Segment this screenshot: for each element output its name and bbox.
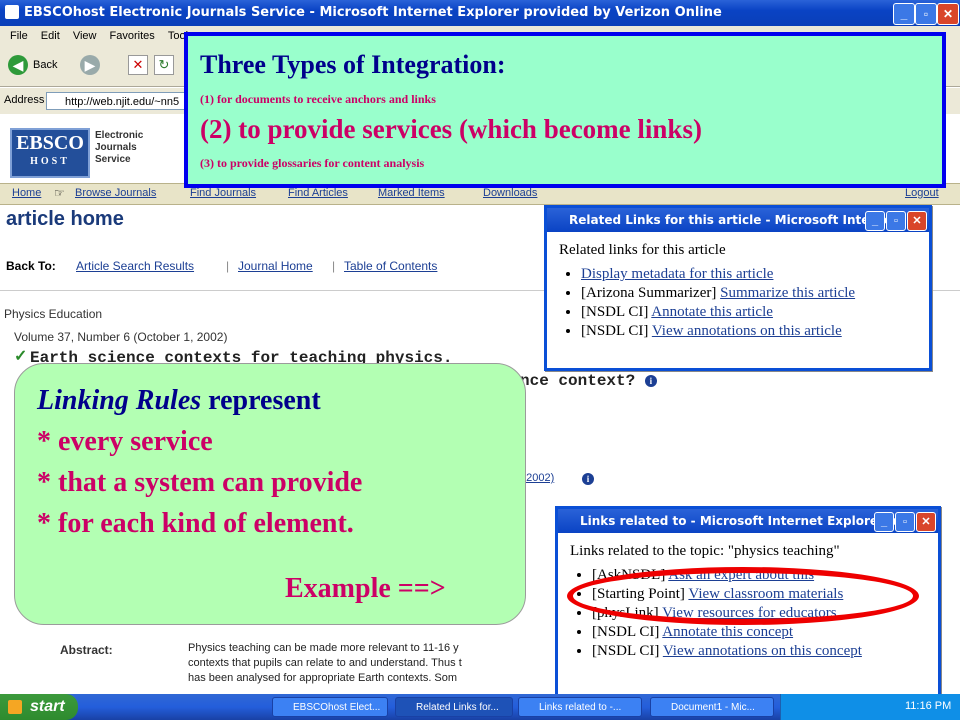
abstract-label: Abstract: <box>60 643 113 657</box>
list-item: Display metadata for this article <box>581 265 917 284</box>
close-button[interactable]: ✕ <box>907 211 927 231</box>
linking-line-2: * every service <box>37 426 213 457</box>
link-annotate-article[interactable]: Annotate this article <box>651 304 773 320</box>
related-links-popup: Related Links for this article - Microso… <box>544 205 932 371</box>
info-icon[interactable]: i <box>644 374 657 387</box>
integration-line-3: (3) to provide glossaries for content an… <box>200 156 425 170</box>
highlight-oval <box>567 567 919 625</box>
taskbar-item-links-related[interactable]: Links related to -... <box>518 697 642 717</box>
nav-browse-journals[interactable]: Browse Journals <box>75 187 156 199</box>
integration-callout: Three Types of Integration: (1) for docu… <box>184 32 946 188</box>
minimize-button[interactable]: _ <box>893 3 915 25</box>
menu-edit[interactable]: Edit <box>41 30 60 42</box>
logo-text: Electronic Journals Service <box>95 130 144 165</box>
maximize-button[interactable]: ▫ <box>915 3 937 25</box>
back-button-label[interactable]: Back <box>33 59 57 71</box>
nav-marked-items[interactable]: Marked Items <box>378 187 445 199</box>
article-title-continued: nce context? i <box>520 372 657 390</box>
list-item: [NSDL CI] View annotations on this conce… <box>592 642 926 661</box>
windows-logo-icon <box>8 700 22 714</box>
forward-arrow-icon[interactable]: ▶ <box>80 55 100 75</box>
link-view-annotations-article[interactable]: View annotations on this article <box>652 323 842 339</box>
start-button[interactable]: start <box>0 694 78 720</box>
taskbar-item-related-links[interactable]: Related Links for... <box>395 697 513 717</box>
address-input[interactable]: http://web.njit.edu/~nn5 <box>46 92 186 110</box>
example-label: Example ==> <box>285 573 446 604</box>
nav-find-journals[interactable]: Find Journals <box>190 187 256 199</box>
popup-heading: Related links for this article <box>559 242 726 258</box>
integration-line-1: (1) for documents to receive anchors and… <box>200 92 436 106</box>
list-item: [NSDL CI] View annotations on this artic… <box>581 322 917 341</box>
linking-rules-callout: Linking Rules represent * every service … <box>14 363 526 625</box>
window-titlebar: EBSCOhost Electronic Journals Service - … <box>0 0 960 26</box>
minimize-button[interactable]: _ <box>874 512 894 532</box>
linking-line-4: * for each kind of element. <box>37 508 354 539</box>
journal-name: Physics Education <box>4 307 103 321</box>
popup-body: Related links for this article Display m… <box>547 232 929 351</box>
link-view-annotations-concept[interactable]: View annotations on this concept <box>663 643 862 659</box>
info-icon[interactable]: i <box>582 473 594 485</box>
list-item: [Arizona Summarizer] Summarize this arti… <box>581 284 917 303</box>
nav-logout[interactable]: Logout <box>905 187 939 199</box>
menu-file[interactable]: File <box>10 30 28 42</box>
back-arrow-icon[interactable]: ◀ <box>8 55 28 75</box>
journal-volume: Volume 37, Number 6 (October 1, 2002) <box>14 330 228 344</box>
ie-icon <box>5 5 19 19</box>
popup-heading: Links related to the topic: "physics tea… <box>570 543 840 559</box>
link-annotate-concept[interactable]: Annotate this concept <box>662 624 793 640</box>
link-journal-home[interactable]: Journal Home <box>238 259 313 273</box>
nav-find-articles[interactable]: Find Articles <box>288 187 348 199</box>
page-title: article home <box>6 208 124 230</box>
list-item: [NSDL CI] Annotate this article <box>581 303 917 322</box>
popup-title: Links related to - Microsoft Internet Ex… <box>580 514 915 528</box>
related-links-list: Display metadata for this article [Arizo… <box>581 265 917 341</box>
nav-home[interactable]: Home <box>12 187 41 199</box>
refresh-icon[interactable]: ↻ <box>154 55 174 75</box>
linking-line-3: * that a system can provide <box>37 467 363 498</box>
minimize-button[interactable]: _ <box>865 211 885 231</box>
close-button[interactable]: ✕ <box>916 512 936 532</box>
integration-heading: Three Types of Integration: <box>200 50 506 79</box>
list-item: [NSDL CI] Annotate this concept <box>592 623 926 642</box>
separator: | <box>226 259 230 273</box>
back-to-label: Back To: <box>6 259 56 273</box>
link-article-search-results[interactable]: Article Search Results <box>76 259 194 273</box>
close-button[interactable]: ✕ <box>937 3 959 25</box>
separator: | <box>332 259 336 273</box>
logo-top: EBSCO <box>16 132 84 154</box>
logo-bottom: HOST <box>30 156 70 167</box>
menu-view[interactable]: View <box>73 30 97 42</box>
linking-heading: Linking Rules represent <box>37 385 321 416</box>
window-title: EBSCOhost Electronic Journals Service - … <box>24 5 722 20</box>
checkmark-icon: ✓ <box>14 348 28 365</box>
address-label: Address <box>4 94 45 106</box>
link-display-metadata[interactable]: Display metadata for this article <box>581 266 773 282</box>
nav-downloads[interactable]: Downloads <box>483 187 537 199</box>
ebsco-logo: EBSCO HOST <box>10 128 90 178</box>
popup-title: Related Links for this article - Microso… <box>569 213 906 227</box>
taskbar-item-ebsco[interactable]: EBSCOhost Elect... <box>272 697 388 717</box>
abstract-text: Physics teaching can be made more releva… <box>188 642 462 684</box>
taskbar-item-document1[interactable]: Document1 - Mic... <box>650 697 774 717</box>
hand-icon: ☞ <box>54 186 65 200</box>
clock: 11:16 PM <box>905 700 952 712</box>
menu-favorites[interactable]: Favorites <box>110 30 155 42</box>
maximize-button[interactable]: ▫ <box>886 211 906 231</box>
integration-line-2: (2) to provide services (which become li… <box>200 114 702 144</box>
maximize-button[interactable]: ▫ <box>895 512 915 532</box>
link-summarize-article[interactable]: Summarize this article <box>720 285 855 301</box>
stop-icon[interactable]: ✕ <box>128 55 148 75</box>
link-table-of-contents[interactable]: Table of Contents <box>344 259 437 273</box>
